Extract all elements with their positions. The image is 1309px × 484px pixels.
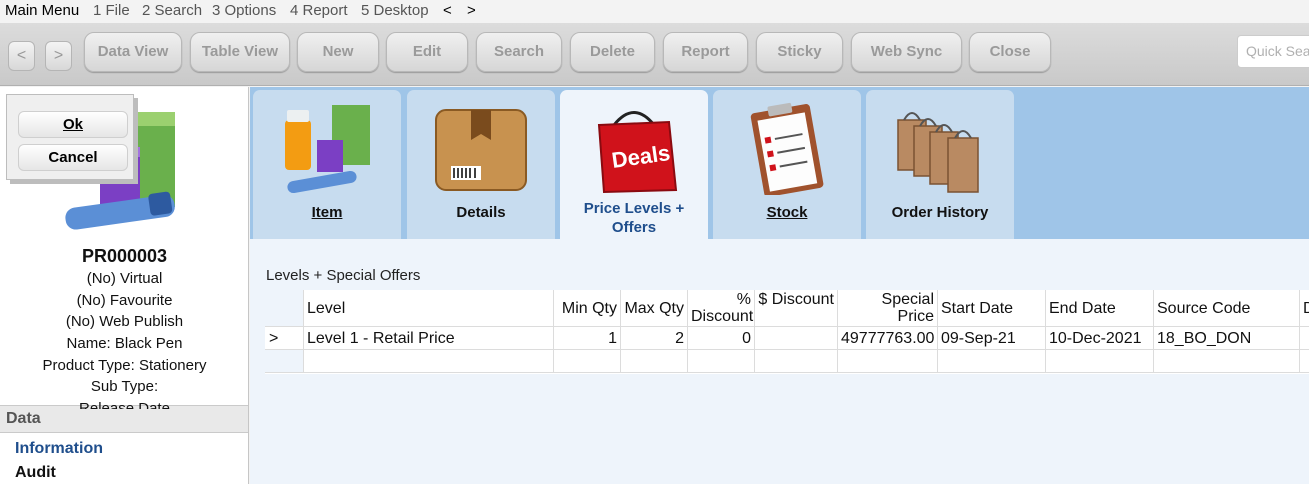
tab-details-label: Details bbox=[456, 204, 506, 221]
sticky-button[interactable]: Sticky bbox=[756, 32, 843, 72]
report-button[interactable]: Report bbox=[663, 32, 748, 72]
col-dollar-discount[interactable]: $ Discount bbox=[755, 290, 838, 327]
tab-price-levels-label: Price Levels + Offers bbox=[583, 200, 685, 236]
tab-item[interactable]: Item bbox=[253, 90, 401, 239]
cell-start-date[interactable]: 09-Sep-21 bbox=[938, 327, 1046, 350]
close-button[interactable]: Close bbox=[969, 32, 1051, 72]
delete-button[interactable]: Delete bbox=[570, 32, 655, 72]
cell-end-date[interactable]: 10-Dec-2021 bbox=[1046, 327, 1154, 350]
ok-button[interactable]: Ok bbox=[18, 111, 128, 138]
cell-special-price[interactable]: 49777763.00 bbox=[838, 327, 938, 350]
bottles-icon bbox=[285, 105, 370, 194]
toolbar: < > Data View Table View New Edit Search… bbox=[0, 23, 1309, 86]
menu-main[interactable]: Main Menu bbox=[5, 2, 79, 19]
cell-level[interactable]: Level 1 - Retail Price bbox=[304, 327, 554, 350]
search-button[interactable]: Search bbox=[476, 32, 562, 72]
new-cell-special-price[interactable] bbox=[838, 350, 938, 373]
box-icon bbox=[435, 109, 527, 191]
cancel-button[interactable]: Cancel bbox=[18, 144, 128, 171]
new-cell-d[interactable] bbox=[1300, 350, 1309, 373]
menu-search[interactable]: 2 Search bbox=[142, 2, 202, 19]
new-cell-dollar-discount[interactable] bbox=[755, 350, 838, 373]
menu-desktop[interactable]: 5 Desktop bbox=[361, 2, 429, 19]
col-max-qty[interactable]: Max Qty bbox=[621, 290, 688, 327]
tab-item-label: Item bbox=[311, 204, 343, 221]
new-cell-start-date[interactable] bbox=[938, 350, 1046, 373]
new-cell-source-code[interactable] bbox=[1154, 350, 1300, 373]
new-cell-level[interactable] bbox=[304, 350, 554, 373]
back-button[interactable]: < bbox=[8, 41, 35, 71]
new-button[interactable]: New bbox=[297, 32, 379, 72]
new-cell-min-qty[interactable] bbox=[554, 350, 621, 373]
cell-dollar-discount[interactable] bbox=[755, 327, 838, 350]
tab-stock-label: Stock bbox=[766, 204, 808, 221]
new-row-marker[interactable] bbox=[265, 350, 304, 373]
menu-forward-arrow[interactable]: > bbox=[467, 2, 476, 19]
col-start-date[interactable]: Start Date bbox=[938, 290, 1046, 327]
product-release-date: Release Date bbox=[79, 400, 170, 410]
inventory-clipboard-icon bbox=[750, 102, 824, 195]
product-type: Product Type: Stationery bbox=[42, 356, 207, 374]
edit-button[interactable]: Edit bbox=[386, 32, 468, 72]
col-source-code[interactable]: Source Code bbox=[1154, 290, 1300, 327]
product-favourite: (No) Favourite bbox=[76, 291, 173, 309]
new-cell-end-date[interactable] bbox=[1046, 350, 1154, 373]
cell-min-qty[interactable]: 1 bbox=[554, 327, 621, 350]
menu-report[interactable]: 4 Report bbox=[290, 2, 348, 19]
product-sub-type: Sub Type: bbox=[90, 378, 159, 396]
cell-pct-discount[interactable]: 0 bbox=[688, 327, 755, 350]
product-web-publish: (No) Web Publish bbox=[65, 313, 184, 331]
shopping-bags-icon bbox=[897, 112, 979, 193]
cell-d[interactable] bbox=[1300, 327, 1309, 350]
col-special-price[interactable]: Special Price bbox=[838, 290, 938, 327]
new-cell-max-qty[interactable] bbox=[621, 350, 688, 373]
tab-stock[interactable]: Stock bbox=[713, 90, 861, 239]
menu-back-arrow[interactable]: < bbox=[443, 2, 452, 19]
information-link[interactable]: Information bbox=[15, 440, 103, 458]
tab-strip: Item Details Deals Price Levels + Offers bbox=[250, 87, 1309, 242]
forward-button[interactable]: > bbox=[45, 41, 72, 71]
confirm-dialog: Ok Cancel bbox=[6, 94, 134, 180]
grid-corner bbox=[265, 290, 304, 327]
menu-bar: Main Menu 1 File 2 Search 3 Options 4 Re… bbox=[0, 0, 1309, 23]
tab-order-history[interactable]: Order History bbox=[866, 90, 1014, 239]
col-d[interactable]: D bbox=[1300, 290, 1309, 327]
deals-bag-icon: Deals bbox=[597, 111, 678, 194]
quick-search-input[interactable]: Quick Sea bbox=[1237, 35, 1309, 68]
tab-order-history-label: Order History bbox=[891, 204, 989, 221]
col-level[interactable]: Level bbox=[304, 290, 554, 327]
menu-file[interactable]: 1 File bbox=[93, 2, 130, 19]
product-code: PR000003 bbox=[81, 246, 168, 266]
cell-max-qty[interactable]: 2 bbox=[621, 327, 688, 350]
product-virtual: (No) Virtual bbox=[86, 270, 163, 287]
web-sync-button[interactable]: Web Sync bbox=[851, 32, 962, 72]
tab-details[interactable]: Details bbox=[407, 90, 555, 239]
data-section-header: Data bbox=[0, 405, 248, 433]
menu-options[interactable]: 3 Options bbox=[212, 2, 276, 19]
col-end-date[interactable]: End Date bbox=[1046, 290, 1154, 327]
row-marker[interactable]: > bbox=[265, 327, 304, 350]
table-view-button[interactable]: Table View bbox=[190, 32, 290, 72]
new-cell-pct-discount[interactable] bbox=[688, 350, 755, 373]
price-levels-grid[interactable]: Level Min Qty Max Qty % Discount $ Disco… bbox=[265, 290, 1309, 374]
col-min-qty[interactable]: Min Qty bbox=[554, 290, 621, 327]
product-name: Name: Black Pen bbox=[66, 335, 183, 353]
tab-price-levels[interactable]: Deals Price Levels + Offers bbox=[560, 90, 708, 242]
product-info: PR000003 (No) Virtual (No) Favourite (No… bbox=[0, 246, 249, 409]
data-view-button[interactable]: Data View bbox=[84, 32, 182, 72]
col-pct-discount[interactable]: % Discount bbox=[688, 290, 755, 327]
audit-link[interactable]: Audit bbox=[15, 464, 56, 482]
grid-caption: Levels + Special Offers bbox=[266, 267, 421, 284]
cell-source-code[interactable]: 18_BO_DON bbox=[1154, 327, 1300, 350]
